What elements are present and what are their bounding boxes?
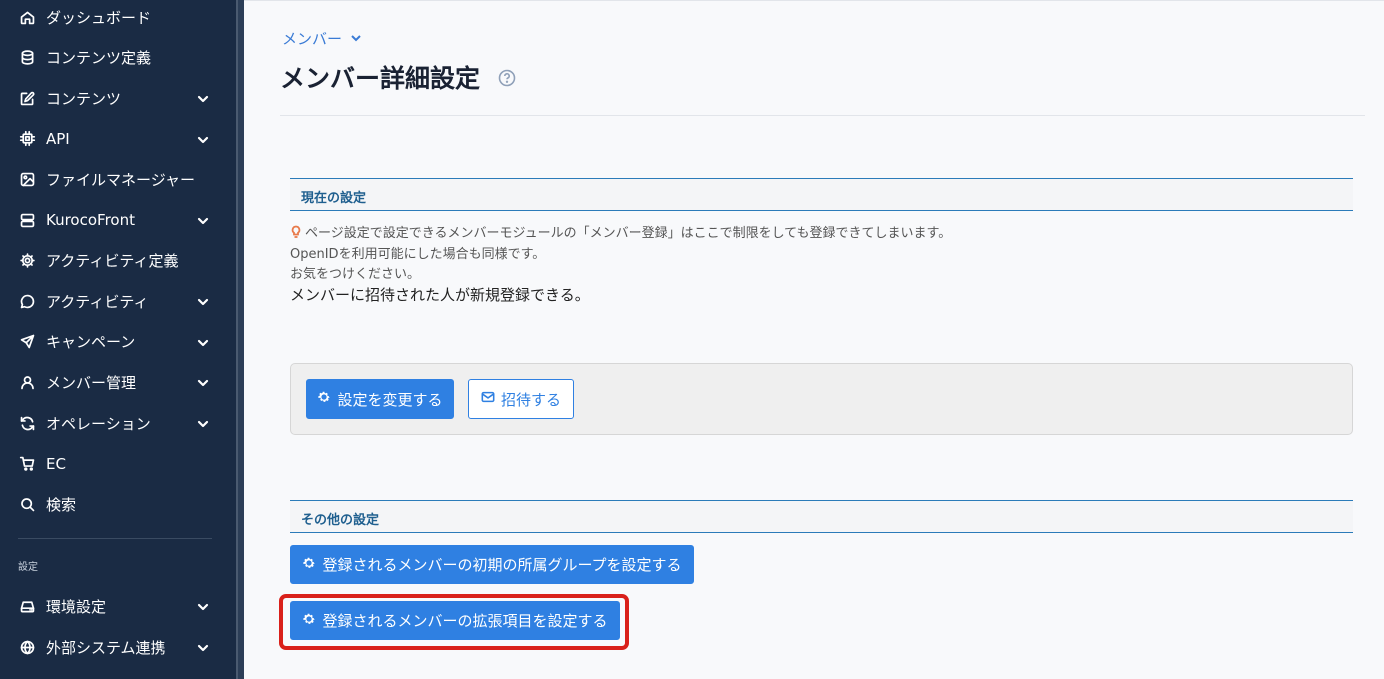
chevron-down-icon[interactable] [196, 375, 210, 389]
section-header-other: その他の設定 [290, 500, 1353, 533]
sidebar-item-label: KurocoFront [46, 211, 135, 229]
server-icon [18, 211, 36, 229]
sidebar-item[interactable]: メンバー管理 [0, 362, 236, 402]
section-header-current: 現在の設定 [290, 178, 1353, 211]
sidebar-item-label: メンバー管理 [46, 373, 137, 392]
section-title: その他の設定 [301, 513, 380, 528]
sidebar-item-label: API [46, 129, 70, 148]
chevron-down-icon[interactable] [196, 640, 210, 654]
set-initial-group-button[interactable]: 登録されるメンバーの初期の所属グループを設定する [290, 545, 694, 584]
chevron-down-icon[interactable] [196, 294, 210, 308]
chevron-down-icon[interactable] [196, 599, 210, 613]
section-title: 現在の設定 [301, 191, 367, 206]
lightbulb-icon [290, 225, 302, 239]
database-icon [18, 49, 36, 67]
refresh-icon [18, 414, 36, 432]
sidebar-item-label: コンテンツ定義 [46, 49, 152, 68]
globe-icon [18, 638, 36, 656]
invite-button[interactable]: 招待する [468, 379, 574, 419]
gear-icon [317, 390, 331, 408]
chip-icon [18, 130, 36, 148]
chevron-down-icon[interactable] [196, 132, 210, 146]
highlight-outline [279, 594, 629, 650]
sidebar-item[interactable]: API [0, 119, 236, 159]
chat-icon [18, 292, 36, 310]
sidebar-divider [18, 538, 212, 539]
registration-status: メンバーに招待された人が新規登録できる。 [290, 286, 590, 304]
chevron-down-icon[interactable] [196, 213, 210, 227]
sidebar-item-label: ファイルマネージャー [46, 170, 195, 189]
search-icon [18, 495, 36, 513]
note-line: OpenIDを利用可能にした場合も同様です。 [290, 247, 546, 262]
sidebar-item-label: 検索 [46, 495, 77, 514]
change-settings-button[interactable]: 設定を変更する [306, 379, 454, 419]
sidebar-item-label: 外部システム連携 [46, 638, 166, 657]
chevron-down-icon[interactable] [196, 416, 210, 430]
action-panel: 設定を変更する 招待する [290, 363, 1353, 435]
main-content: メンバー メンバー詳細設定 現在の設定 ページ設定で設定できるメンバーモジュール… [244, 0, 1384, 679]
sidebar-item-label: 環境設定 [46, 597, 107, 616]
sidebar-item[interactable]: キャンペーン [0, 322, 236, 362]
chevron-down-icon[interactable] [196, 91, 210, 105]
sidebar-item[interactable]: KurocoFront [0, 200, 236, 240]
user-icon [18, 373, 36, 391]
note-line: お気をつけください。 [290, 267, 421, 282]
sidebar-item-label: ダッシュボード [46, 8, 152, 27]
image-icon [18, 170, 36, 188]
sidebar-item-label: キャンペーン [46, 333, 136, 352]
note-line: ページ設定で設定できるメンバーモジュールの「メンバー登録」はここで制限をしても登… [290, 222, 951, 241]
gear-icon [18, 252, 36, 270]
sidebar-item[interactable]: ファイルマネージャー [0, 159, 236, 199]
sidebar-item[interactable]: EC [0, 444, 236, 484]
chevron-down-icon[interactable] [196, 335, 210, 349]
page-title: メンバー詳細設定 [280, 64, 481, 93]
sidebar-item-label: コンテンツ [46, 89, 122, 108]
sidebar-item-label: アクティビティ定義 [46, 252, 179, 271]
sidebar-item[interactable]: コンテンツ定義 [0, 38, 236, 78]
breadcrumb[interactable]: メンバー [282, 28, 362, 49]
send-icon [18, 333, 36, 351]
sidebar-item[interactable]: アクティビティ [0, 281, 236, 321]
sidebar-resize-handle[interactable] [236, 0, 244, 679]
gear-icon [302, 556, 316, 574]
sidebar-item[interactable]: 外部システム連携 [0, 627, 236, 667]
breadcrumb-label[interactable]: メンバー [282, 28, 342, 49]
chevron-down-icon[interactable] [350, 30, 362, 48]
mail-icon [481, 390, 495, 408]
help-icon[interactable] [498, 69, 516, 87]
sidebar-item-label: EC [46, 454, 66, 473]
cart-icon [18, 455, 36, 473]
home-icon [18, 8, 36, 26]
drive-icon [18, 597, 36, 615]
edit-icon [18, 89, 36, 107]
sidebar-item[interactable]: オペレーション [0, 403, 236, 443]
sidebar-item-label: アクティビティ [46, 292, 149, 311]
sidebar-section-label: 設定 [18, 562, 38, 573]
sidebar-item[interactable]: アクティビティ定義 [0, 241, 236, 281]
sidebar-item[interactable]: コンテンツ [0, 78, 236, 118]
sidebar-item-label: オペレーション [46, 414, 151, 433]
sidebar-item[interactable]: ダッシュボード [0, 0, 236, 37]
sidebar-item[interactable]: 検索 [0, 484, 236, 524]
sidebar-item[interactable]: 環境設定 [0, 586, 236, 626]
title-divider [280, 115, 1365, 116]
sidebar: ダッシュボード コンテンツ定義 コンテンツ API ファイルマネージャー KurocoFr… [0, 0, 236, 679]
